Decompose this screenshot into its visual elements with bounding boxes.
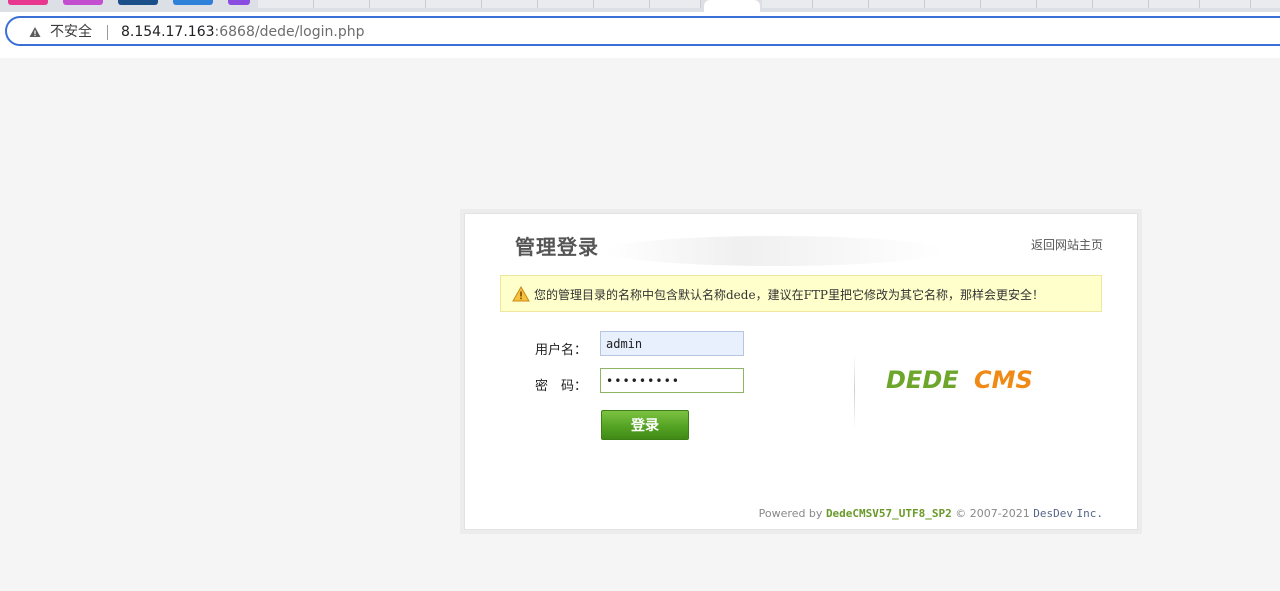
tab[interactable]	[594, 0, 650, 8]
tab[interactable]	[1093, 0, 1149, 8]
logo-text-dede: DEDE	[886, 366, 959, 394]
tab-pinned-2[interactable]	[63, 0, 103, 5]
username-input[interactable]	[600, 331, 744, 356]
tab[interactable]	[813, 0, 869, 8]
notice-text: 您的管理目录的名称中包含默认名称dede，建议在FTP里把它修改为其它名称，那样…	[534, 288, 1044, 302]
tab-pinned-1[interactable]	[8, 0, 48, 5]
tab-active[interactable]	[704, 0, 760, 12]
dedecms-logo: DEDE CMS	[886, 366, 1033, 394]
password-label: 密 码：	[535, 379, 588, 394]
tab[interactable]	[1149, 0, 1200, 8]
tab[interactable]	[482, 0, 538, 8]
tab[interactable]	[1037, 0, 1093, 8]
tab[interactable]	[869, 0, 925, 8]
title-decoration	[605, 236, 945, 266]
tab[interactable]	[650, 0, 701, 8]
tab[interactable]	[925, 0, 981, 8]
url-host: 8.154.17.163	[121, 24, 215, 40]
warning-icon[interactable]	[29, 26, 41, 38]
tab-strip	[0, 0, 1280, 12]
address-separator	[107, 25, 108, 40]
username-label: 用户名：	[535, 343, 588, 358]
footer: Powered by DedeCMSV57_UTF8_SP2 © 2007-20…	[759, 507, 1103, 520]
login-panel: 管理登录 返回网站主页 您的管理目录的名称中包含默认名称dede，建议在FTP里…	[464, 213, 1138, 530]
tab[interactable]	[1251, 0, 1280, 8]
home-link[interactable]: 返回网站主页	[1031, 236, 1103, 253]
vertical-divider	[854, 354, 855, 429]
login-button[interactable]: 登录	[601, 410, 689, 440]
company-link[interactable]: DesDev	[1033, 507, 1073, 520]
page-title: 管理登录	[515, 235, 599, 259]
logo-text-cms: CMS	[974, 366, 1033, 394]
security-notice: 您的管理目录的名称中包含默认名称dede，建议在FTP里把它修改为其它名称，那样…	[500, 275, 1102, 312]
address-bar[interactable]: 不安全 8.154.17.163:6868/dede/login.php	[5, 16, 1280, 46]
tab[interactable]	[258, 0, 314, 8]
browser-toolbar: 不安全 8.154.17.163:6868/dede/login.php	[0, 12, 1280, 58]
security-label[interactable]: 不安全	[50, 23, 92, 41]
copyright-text: © 2007-2021	[955, 507, 1030, 520]
tab[interactable]	[762, 0, 813, 8]
tab[interactable]	[370, 0, 426, 8]
warning-triangle-icon	[512, 286, 530, 302]
tab[interactable]	[1200, 0, 1251, 8]
tab[interactable]	[538, 0, 594, 8]
url-text[interactable]: 8.154.17.163:6868/dede/login.php	[121, 23, 365, 41]
tab-pinned-5[interactable]	[228, 0, 250, 5]
tab-pinned-3[interactable]	[118, 0, 158, 5]
tab[interactable]	[314, 0, 370, 8]
tab[interactable]	[981, 0, 1037, 8]
tab[interactable]	[426, 0, 482, 8]
powered-by-label: Powered by	[758, 507, 823, 520]
url-path: :6868/dede/login.php	[214, 24, 365, 40]
password-input[interactable]	[600, 368, 744, 393]
version-link[interactable]: DedeCMSV57_UTF8_SP2	[826, 507, 952, 520]
company-suffix: Inc.	[1076, 507, 1104, 520]
tab-pinned-4[interactable]	[173, 0, 213, 5]
